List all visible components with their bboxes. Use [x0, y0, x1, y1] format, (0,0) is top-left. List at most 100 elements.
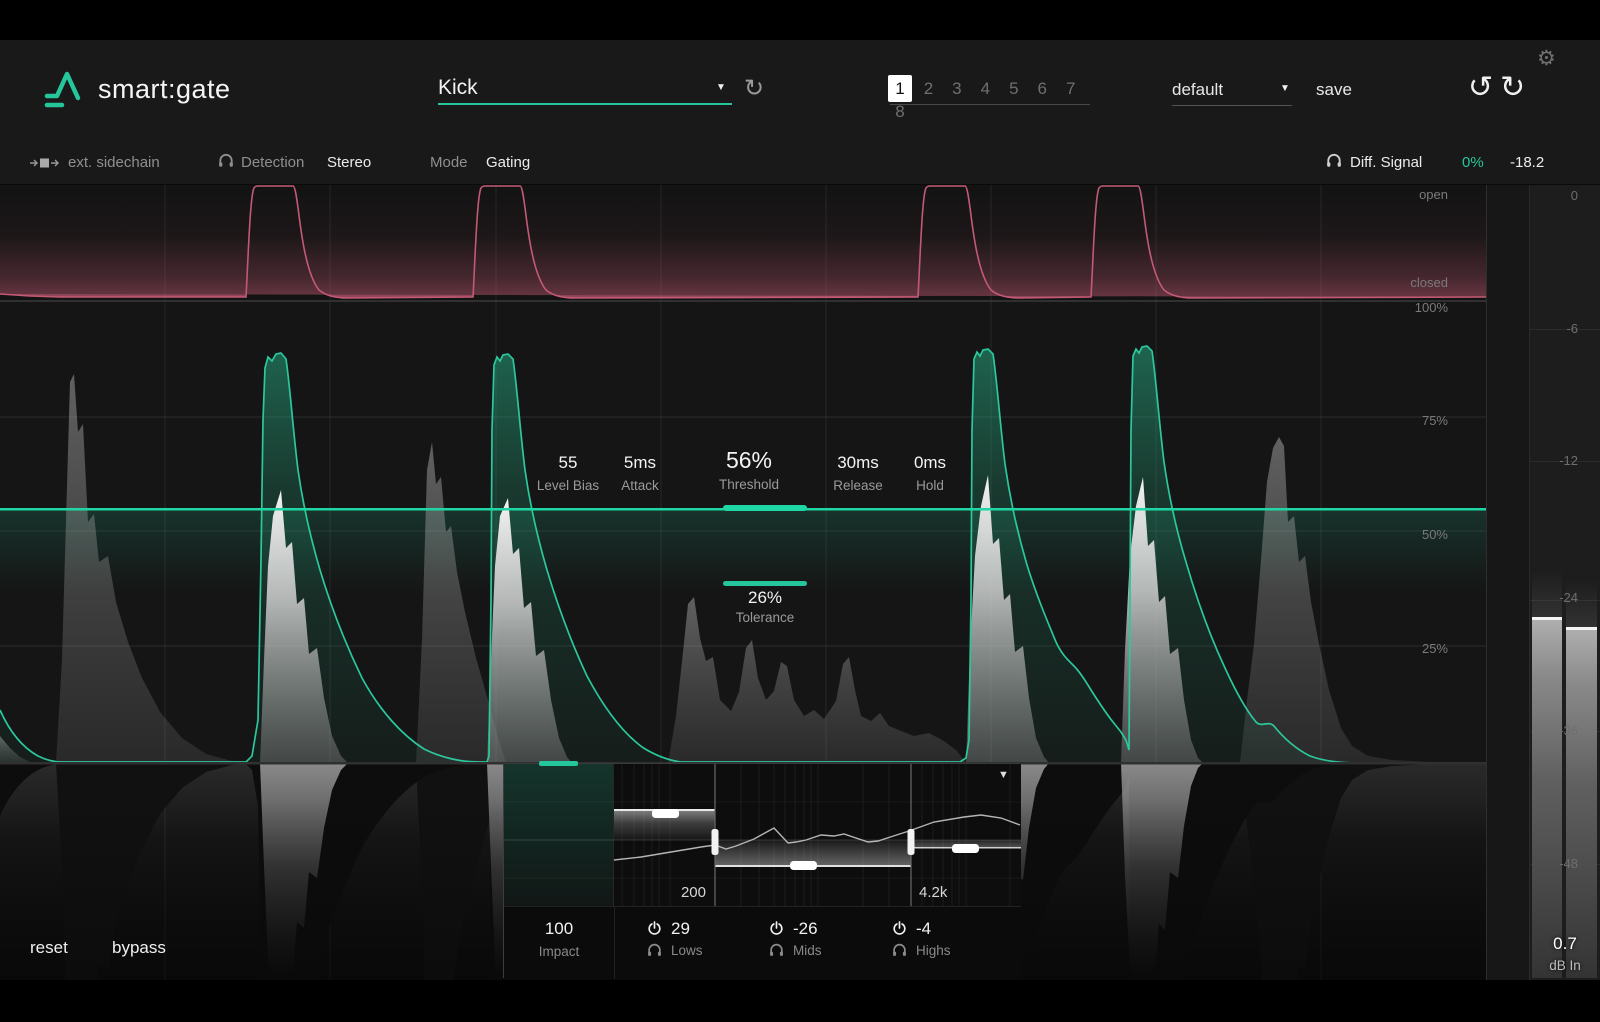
preset-slot-7[interactable]: 7: [1059, 79, 1083, 99]
high-crossover-freq[interactable]: 4.2k: [919, 884, 947, 901]
mids-gain-value[interactable]: -26: [793, 919, 818, 938]
low-crossover-handle[interactable]: [712, 829, 719, 855]
undo-icon[interactable]: ↺: [1468, 70, 1493, 105]
preset-slot-6[interactable]: 6: [1030, 79, 1054, 99]
scale-50-label: 50%: [1330, 527, 1448, 542]
mids-solo-headphone-icon[interactable]: [769, 943, 784, 957]
mids-power-icon[interactable]: [769, 921, 784, 936]
mode-value[interactable]: Gating: [486, 154, 530, 171]
lows-gain-handle[interactable]: [652, 809, 679, 818]
eq-column-divider: [614, 906, 615, 979]
highs-power-icon[interactable]: [892, 921, 907, 936]
meter-bar-right: [1566, 627, 1597, 978]
low-crossover-freq[interactable]: 200: [614, 884, 706, 901]
mids-label: Mids: [793, 943, 822, 958]
slot-underline: [890, 104, 1090, 105]
headphone-icon: [218, 153, 234, 168]
meter-bar-left: [1532, 617, 1562, 978]
bank-underline: [1172, 105, 1292, 106]
preset-slot-4[interactable]: 4: [973, 79, 997, 99]
bypass-button[interactable]: bypass: [112, 938, 166, 958]
threshold-control[interactable]: 56% Threshold: [719, 447, 779, 492]
high-crossover-handle[interactable]: [908, 829, 915, 855]
highs-solo-headphone-icon[interactable]: [892, 943, 907, 957]
mids-gain-handle[interactable]: [790, 861, 817, 870]
meter-tick-12: -12: [1528, 453, 1578, 468]
meter-tick-36: -36: [1528, 723, 1578, 738]
attack-label: Attack: [621, 478, 659, 493]
lows-power-icon[interactable]: [647, 921, 662, 936]
hold-label: Hold: [914, 478, 946, 493]
meter-readout-unit: dB In: [1530, 958, 1600, 973]
scale-100-label: 100%: [1330, 300, 1448, 315]
bank-select[interactable]: default: [1172, 80, 1223, 100]
threshold-value[interactable]: 56%: [719, 447, 779, 474]
reset-button[interactable]: reset: [30, 938, 68, 958]
scale-75-label: 75%: [1330, 413, 1448, 428]
preset-slot-3[interactable]: 3: [945, 79, 969, 99]
diff-signal-amount[interactable]: 0%: [1462, 154, 1484, 171]
scale-open-label: open: [1330, 187, 1448, 202]
save-button[interactable]: save: [1316, 80, 1352, 100]
hold-value[interactable]: 0ms: [914, 453, 946, 473]
detection-label: Detection: [241, 154, 304, 171]
preset-slot-5[interactable]: 5: [1002, 79, 1026, 99]
meter-readout-value: 0.7: [1530, 934, 1600, 954]
plugin-window: smart:gate Kick ▼ ↻ 1 2 3 4 5 6 7 8 defa…: [0, 0, 1600, 1022]
scale-closed-label: closed: [1330, 275, 1448, 290]
bottom-black-bar: [0, 980, 1600, 1022]
detection-value[interactable]: Stereo: [327, 154, 371, 171]
attack-control[interactable]: 5ms Attack: [621, 453, 659, 493]
bank-chevron-down-icon[interactable]: ▼: [1280, 83, 1290, 94]
impact-label: Impact: [504, 944, 614, 959]
level-bias-value[interactable]: 55: [537, 453, 599, 473]
collapse-panel-icon[interactable]: ▼: [998, 769, 1009, 781]
scale-25-label: 25%: [1330, 641, 1448, 656]
mode-label: Mode: [430, 154, 468, 171]
top-black-bar: [0, 0, 1600, 40]
threshold-slider-track[interactable]: [1486, 185, 1530, 980]
refresh-icon[interactable]: ↻: [744, 74, 764, 103]
threshold-label: Threshold: [719, 477, 779, 492]
meter-tick-24: -24: [1528, 590, 1578, 605]
preset-slot-bar: 1 2 3 4 5 6 7 8: [888, 75, 1098, 122]
brand-logo-icon: [44, 64, 88, 112]
page-title: smart:gate: [98, 74, 231, 105]
sidechain-icon[interactable]: [30, 156, 64, 170]
gear-icon[interactable]: ⚙: [1537, 46, 1556, 71]
meter-tick-6: -6: [1528, 321, 1578, 336]
lows-gain-value[interactable]: 29: [671, 919, 690, 938]
level-bias-label: Level Bias: [537, 478, 599, 493]
chevron-down-icon[interactable]: ▼: [716, 82, 726, 93]
highs-gain-value[interactable]: -4: [916, 919, 931, 938]
preset-slot-8[interactable]: 8: [888, 102, 912, 122]
tolerance-value[interactable]: 26%: [723, 588, 807, 608]
lows-label: Lows: [671, 943, 703, 958]
meter-tick-48: -48: [1528, 856, 1578, 871]
threshold-db-readout[interactable]: -18.2: [1510, 154, 1544, 171]
hold-control[interactable]: 0ms Hold: [914, 453, 946, 493]
release-value[interactable]: 30ms: [833, 453, 883, 473]
eq-panel: 200 4.2k ▼ 100 Impact 29 Lows: [503, 763, 1020, 978]
highs-gain-handle[interactable]: [952, 844, 979, 853]
highs-label: Highs: [916, 943, 951, 958]
tolerance-label: Tolerance: [703, 610, 827, 625]
tolerance-drag-handle[interactable]: [723, 581, 807, 586]
lows-solo-headphone-icon[interactable]: [647, 943, 662, 957]
display-top-divider: [0, 184, 1600, 185]
threshold-drag-handle[interactable]: [723, 505, 807, 511]
redo-icon[interactable]: ↻: [1500, 70, 1525, 105]
attack-value[interactable]: 5ms: [621, 453, 659, 473]
ext-sidechain-toggle[interactable]: ext. sidechain: [68, 154, 160, 171]
release-label: Release: [833, 478, 883, 493]
preset-slot-2[interactable]: 2: [916, 79, 940, 99]
diff-signal-label: Diff. Signal: [1350, 154, 1422, 171]
release-control[interactable]: 30ms Release: [833, 453, 883, 493]
preset-slot-1[interactable]: 1: [888, 75, 912, 102]
preset-select[interactable]: Kick: [438, 76, 478, 100]
diff-signal-headphone-icon[interactable]: [1326, 153, 1342, 168]
meter-tick-0: 0: [1528, 188, 1578, 203]
impact-value[interactable]: 100: [504, 919, 614, 939]
preset-underline: [438, 103, 732, 105]
level-bias-control[interactable]: 55 Level Bias: [537, 453, 599, 493]
